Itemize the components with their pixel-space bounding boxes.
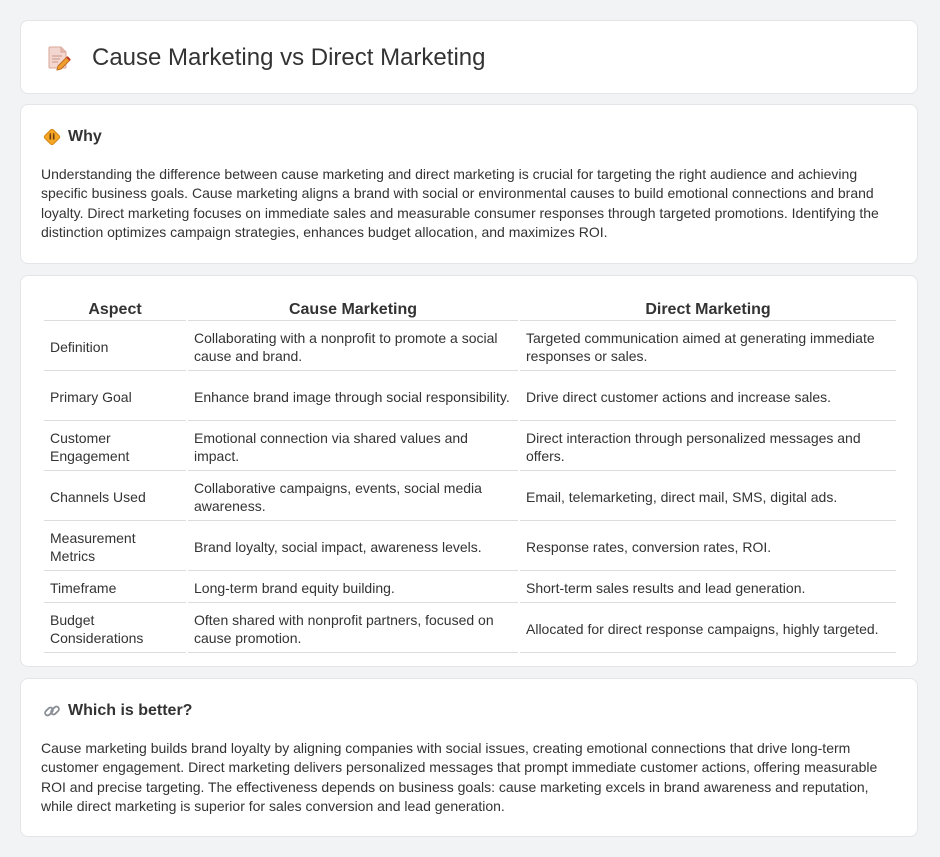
table-cell-aspect: Definition bbox=[44, 323, 186, 371]
table-cell-cause: Brand loyalty, social impact, awareness … bbox=[188, 523, 518, 571]
header-card: Cause Marketing vs Direct Marketing bbox=[20, 20, 918, 94]
table-row: Budget Considerations Often shared with … bbox=[44, 605, 896, 653]
table-cell-aspect: Customer Engagement bbox=[44, 423, 186, 471]
table-cell-cause: Often shared with nonprofit partners, fo… bbox=[188, 605, 518, 653]
table-cell-direct: Targeted communication aimed at generati… bbox=[520, 323, 896, 371]
table-row: Customer Engagement Emotional connection… bbox=[44, 423, 896, 471]
table-row: Measurement Metrics Brand loyalty, socia… bbox=[44, 523, 896, 571]
table-header-row: Aspect Cause Marketing Direct Marketing bbox=[44, 296, 896, 321]
table-cell-direct: Drive direct customer actions and increa… bbox=[520, 373, 896, 421]
column-header-cause: Cause Marketing bbox=[188, 296, 518, 321]
table-cell-cause: Collaborative campaigns, events, social … bbox=[188, 473, 518, 521]
table-row: Channels Used Collaborative campaigns, e… bbox=[44, 473, 896, 521]
table-cell-aspect: Budget Considerations bbox=[44, 605, 186, 653]
why-title: Why bbox=[68, 128, 102, 145]
table-cell-cause: Enhance brand image through social respo… bbox=[188, 373, 518, 421]
document-pencil-icon bbox=[47, 44, 71, 72]
table-cell-cause: Emotional connection via shared values a… bbox=[188, 423, 518, 471]
title-row: Cause Marketing vs Direct Marketing bbox=[47, 43, 485, 73]
table-row: Primary Goal Enhance brand image through… bbox=[44, 373, 896, 421]
table-row: Definition Collaborating with a nonprofi… bbox=[44, 323, 896, 371]
table-cell-direct: Direct interaction through personalized … bbox=[520, 423, 896, 471]
better-heading: Which is better? bbox=[43, 701, 192, 721]
better-title: Which is better? bbox=[68, 702, 193, 719]
why-text: Understanding the difference between cau… bbox=[41, 166, 879, 240]
why-heading: Why bbox=[43, 127, 102, 147]
column-header-direct: Direct Marketing bbox=[520, 296, 896, 321]
table-cell-aspect: Timeframe bbox=[44, 573, 186, 603]
why-section: Why Understanding the difference between… bbox=[20, 104, 918, 264]
table-cell-aspect: Measurement Metrics bbox=[44, 523, 186, 571]
table-cell-aspect: Primary Goal bbox=[44, 373, 186, 421]
table-row: Timeframe Long-term brand equity buildin… bbox=[44, 573, 896, 603]
page-title: Cause Marketing vs Direct Marketing bbox=[92, 44, 486, 71]
table-cell-direct: Email, telemarketing, direct mail, SMS, … bbox=[520, 473, 896, 521]
comparison-table: Aspect Cause Marketing Direct Marketing … bbox=[42, 294, 898, 655]
better-text: Cause marketing builds brand loyalty by … bbox=[41, 740, 878, 814]
table-cell-cause: Long-term brand equity building. bbox=[188, 573, 518, 603]
table-cell-cause: Collaborating with a nonprofit to promot… bbox=[188, 323, 518, 371]
comparison-section: Aspect Cause Marketing Direct Marketing … bbox=[20, 275, 918, 667]
which-is-better-section: Which is better? Cause marketing builds … bbox=[20, 678, 918, 837]
table-cell-aspect: Channels Used bbox=[44, 473, 186, 521]
column-header-aspect: Aspect bbox=[44, 296, 186, 321]
table-cell-direct: Response rates, conversion rates, ROI. bbox=[520, 523, 896, 571]
table-cell-direct: Allocated for direct response campaigns,… bbox=[520, 605, 896, 653]
link-icon bbox=[43, 702, 61, 720]
table-cell-direct: Short-term sales results and lead genera… bbox=[520, 573, 896, 603]
diamond-sign-icon bbox=[43, 128, 61, 146]
